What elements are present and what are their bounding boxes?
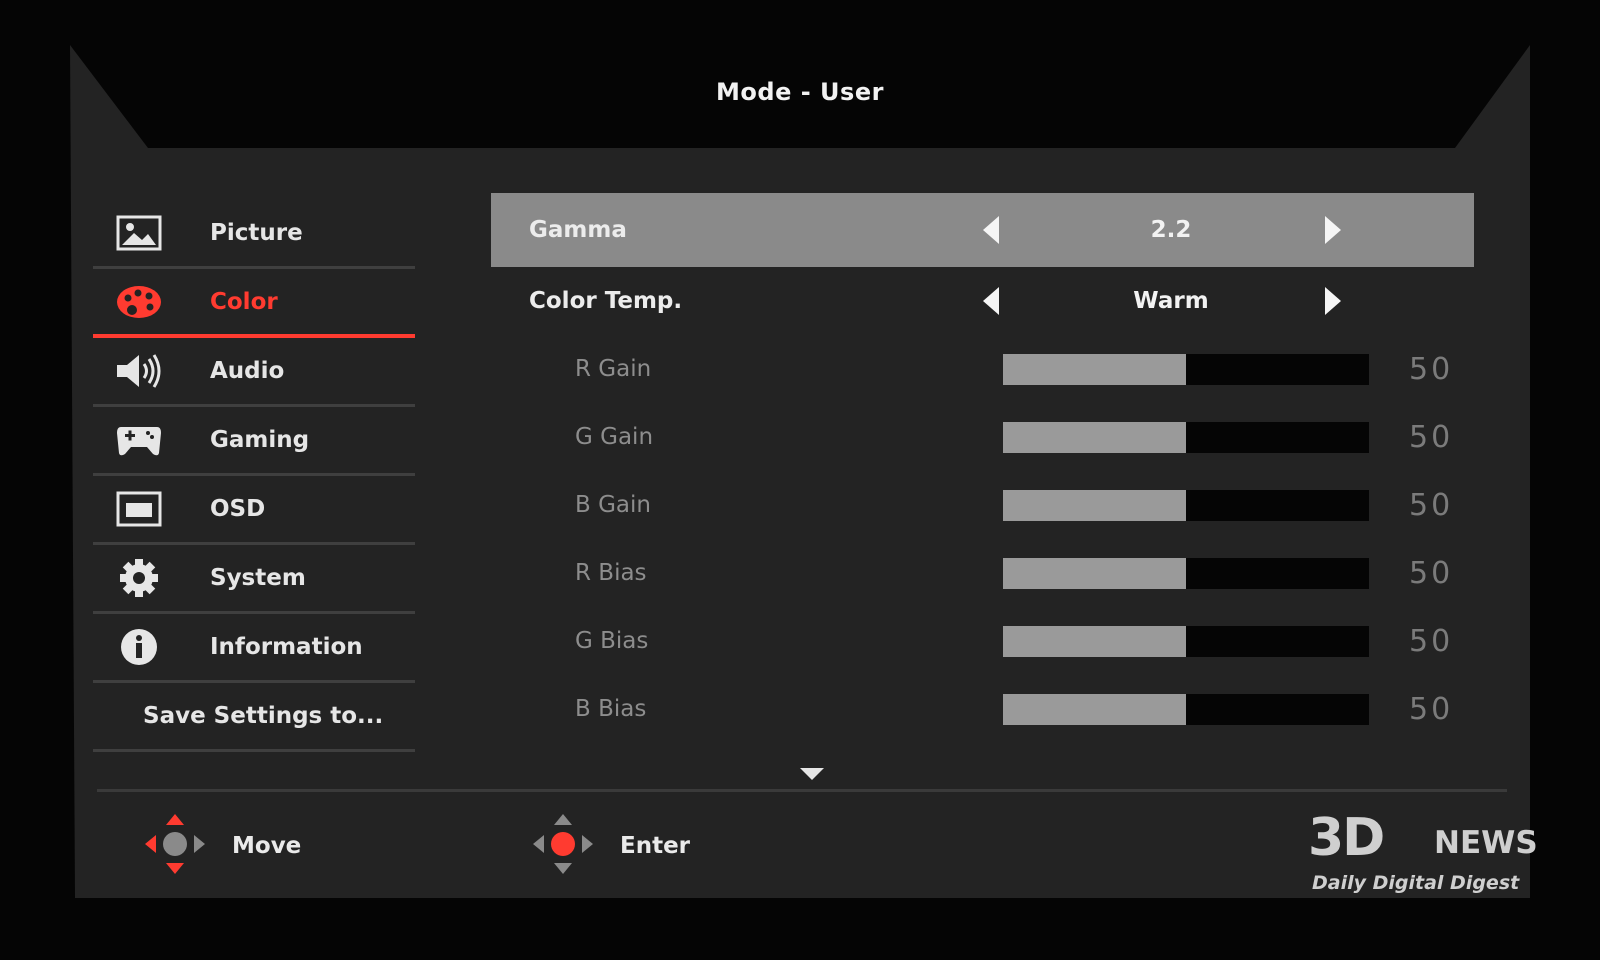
enter-hint: Enter [530,814,691,876]
r-bias-slider[interactable] [1003,557,1369,589]
watermark-tagline: Daily Digital Digest [1312,872,1520,894]
menu-item-osd[interactable]: OSD [93,476,415,545]
gamma-decrease-arrow-icon[interactable] [983,216,999,244]
color-temp-row[interactable]: Color Temp. Warm [491,267,1474,335]
slider-value: 50 [1409,351,1454,387]
gamepad-icon [113,418,165,462]
scroll-down-arrow-icon[interactable] [800,768,824,780]
slider-label: B Gain [575,492,651,518]
slider-fill [1003,557,1186,589]
slider-value: 50 [1409,691,1454,727]
slider-value: 50 [1409,419,1454,455]
menu-item-information[interactable]: Information [93,614,415,683]
menu-label: Picture [210,220,303,246]
slider-value: 50 [1409,623,1454,659]
osd-window-icon [113,487,165,531]
slider-fill [1003,421,1186,453]
page-title: Mode - User [716,78,884,106]
menu-label: Color [210,288,278,315]
menu-item-color[interactable]: Color [93,269,415,338]
watermark-news: NEWS [1434,825,1538,861]
g-gain-row[interactable]: G Gain 50 [491,403,1474,471]
picture-icon [113,211,165,255]
g-bias-row[interactable]: G Bias 50 [491,607,1474,675]
footer-divider [97,789,1507,792]
menu-item-save-settings[interactable]: Save Settings to... [93,683,415,752]
menu-item-audio[interactable]: Audio [93,338,415,407]
speaker-icon [113,349,165,393]
b-bias-slider[interactable] [1003,693,1369,725]
gear-icon [113,556,165,600]
3dnews-watermark: 3D NEWS Daily Digital Digest [1300,808,1580,898]
slider-fill [1003,489,1186,521]
menu-item-system[interactable]: System [93,545,415,614]
slider-label: G Gain [575,424,654,450]
menu-label: Audio [210,358,285,384]
color-temp-label: Color Temp. [529,288,683,314]
r-bias-row[interactable]: R Bias 50 [491,539,1474,607]
color-temp-increase-arrow-icon[interactable] [1325,287,1341,315]
r-gain-row[interactable]: R Gain 50 [491,335,1474,403]
move-label: Move [232,833,302,859]
slider-fill [1003,353,1186,385]
menu-label: Gaming [210,427,310,453]
gamma-value: 2.2 [1150,217,1192,243]
g-bias-slider[interactable] [1003,625,1369,657]
menu-label: System [210,565,306,591]
dpad-move-icon [142,811,208,881]
slider-value: 50 [1409,555,1454,591]
color-temp-value: Warm [1133,288,1209,314]
slider-label: R Bias [575,560,647,586]
b-gain-slider[interactable] [1003,489,1369,521]
r-gain-slider[interactable] [1003,353,1369,385]
b-gain-row[interactable]: B Gain 50 [491,471,1474,539]
slider-value: 50 [1409,487,1454,523]
color-settings: Gamma 2.2 Color Temp. Warm R Gain 50 G G… [491,193,1474,743]
slider-label: R Gain [575,356,652,382]
slider-label: B Bias [575,696,647,722]
palette-icon [113,280,165,324]
menu-label: OSD [210,496,266,522]
color-temp-decrease-arrow-icon[interactable] [983,287,999,315]
enter-label: Enter [620,833,691,859]
slider-label: G Bias [575,628,649,654]
main-menu: Picture Color Audio Gaming OSD System In… [93,200,415,752]
b-bias-row[interactable]: B Bias 50 [491,675,1474,743]
slider-fill [1003,625,1186,657]
move-hint: Move [142,814,302,876]
menu-item-picture[interactable]: Picture [93,200,415,269]
gamma-increase-arrow-icon[interactable] [1325,216,1341,244]
menu-item-gaming[interactable]: Gaming [93,407,415,476]
g-gain-slider[interactable] [1003,421,1369,453]
menu-label: Save Settings to... [143,703,384,729]
watermark-logo: 3D [1308,808,1385,868]
info-icon [113,625,165,669]
dpad-enter-icon [530,811,596,881]
gamma-label: Gamma [529,217,627,243]
menu-label: Information [210,634,363,660]
gamma-row[interactable]: Gamma 2.2 [491,193,1474,267]
slider-fill [1003,693,1186,725]
